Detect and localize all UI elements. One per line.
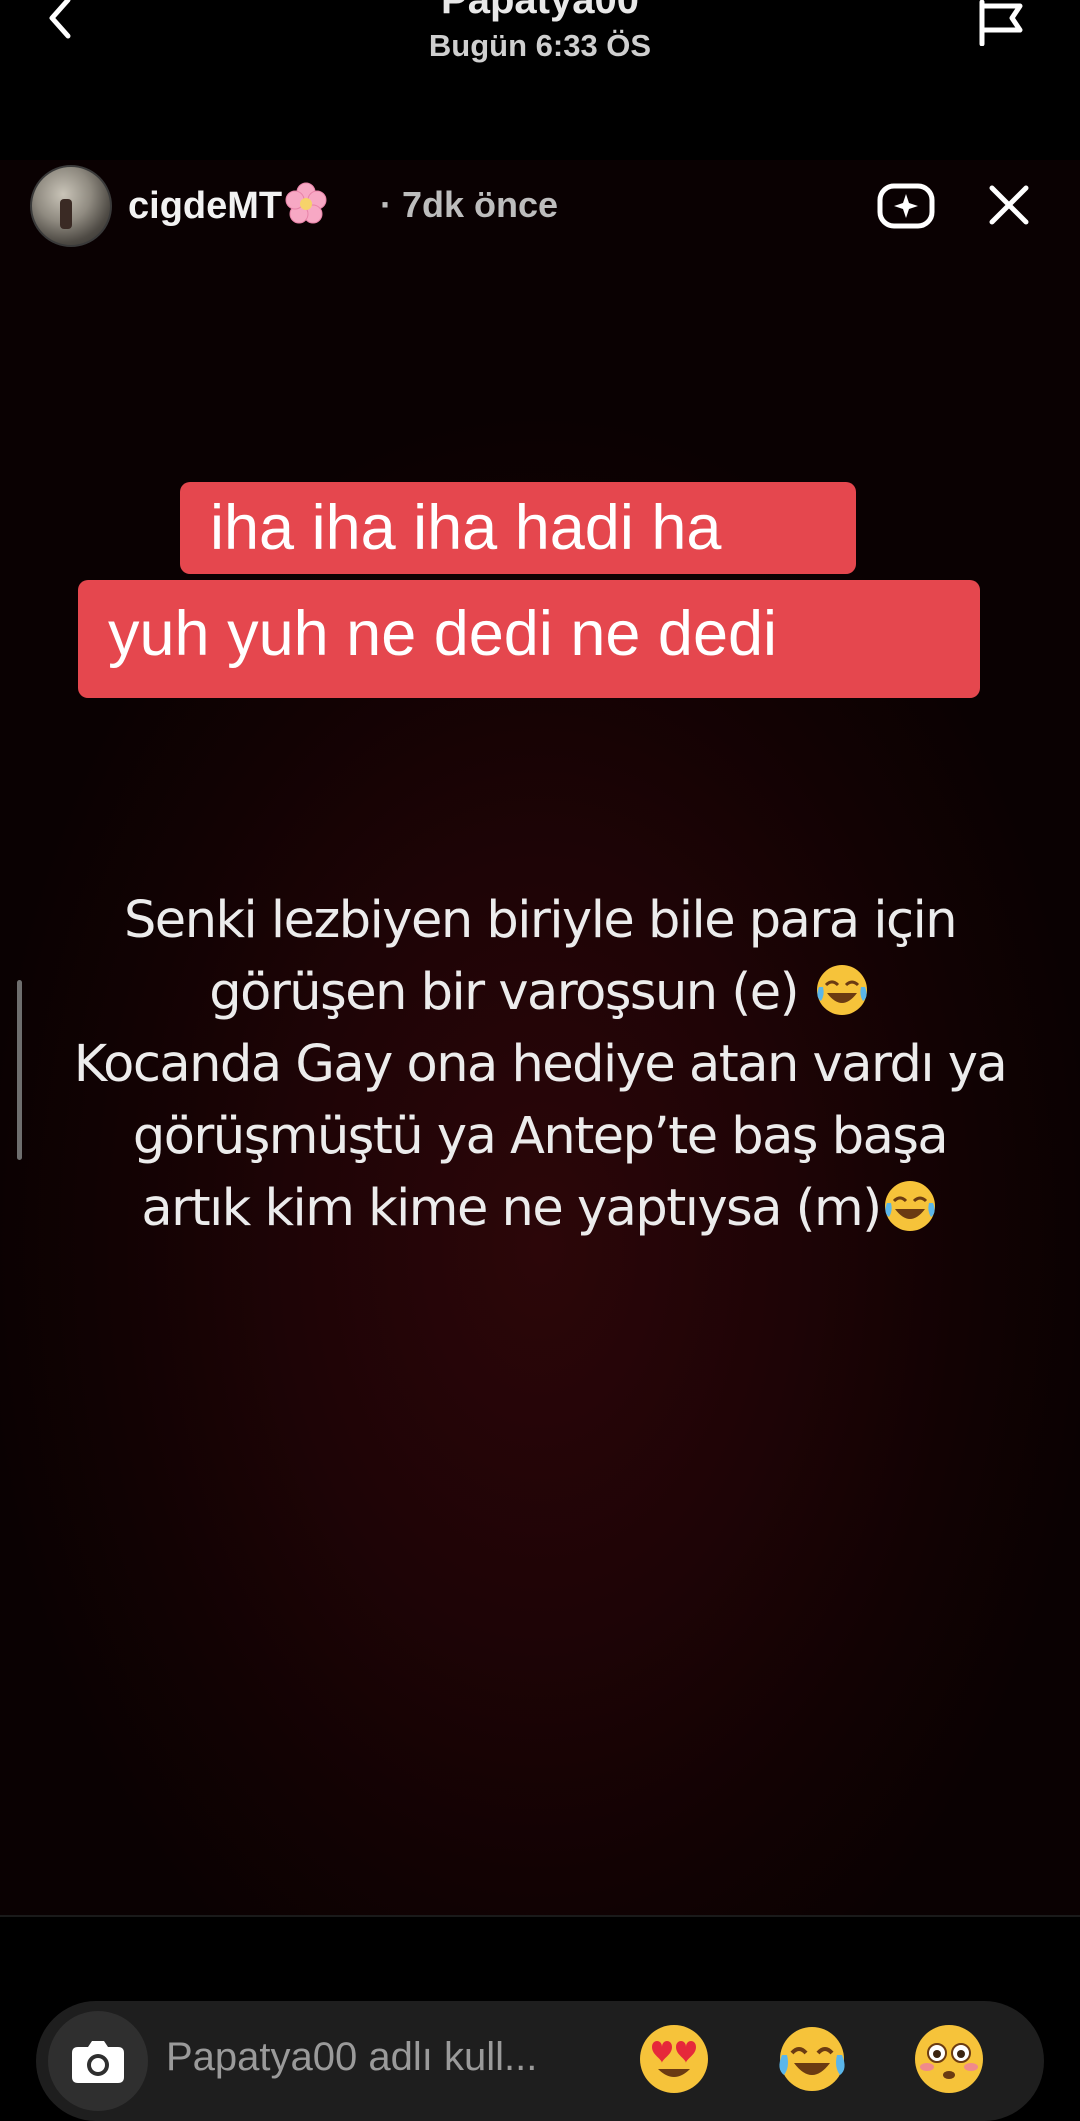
story-username[interactable]: cigdeMT [128,182,328,228]
caption-line-1: iha iha iha hadi ha [180,482,856,574]
flushed-emoji-icon[interactable] [911,2021,987,2097]
tears-of-joy-emoji-icon [816,965,867,1015]
story-content: cigdeMT · 7dk önce iha iha iha hadi ha y… [0,160,1080,1915]
story-posted-time: · 7dk önce [380,184,559,225]
username-text: cigdeMT [128,185,283,227]
chat-title[interactable]: Papatya00 [0,0,1080,23]
add-to-story-icon[interactable] [876,180,936,230]
caption-line-2: yuh yuh ne dedi ne dedi [78,580,980,698]
body-line-text: görüşen bir varoşsun (e) [209,963,799,1022]
reply-placeholder: Papatya00 adlı kull... [166,2035,538,2079]
report-flag-icon[interactable] [976,0,1026,46]
body-line-text: artık kim kime ne yaptıysa (m) [141,1179,882,1238]
body-line: artık kim kime ne yaptıysa (m) [40,1173,1040,1245]
avatar[interactable] [30,165,112,247]
body-line: görüşmüştü ya Antep’te baş başa [132,1107,949,1166]
close-icon[interactable] [988,184,1030,226]
reply-bar: Papatya00 adlı kull... [0,1915,1080,2121]
camera-button[interactable] [48,2011,148,2111]
story-header: cigdeMT · 7dk önce [0,160,1080,250]
cherry-blossom-icon [285,182,327,224]
story-body-text: Senki lezbiyen biriyle bile para için gö… [40,885,1040,1245]
scroll-indicator[interactable] [17,980,22,1160]
body-line: Senki lezbiyen biriyle bile para için [123,891,958,950]
heart-eyes-emoji-icon[interactable] [636,2021,712,2097]
body-line: görüşen bir varoşsun (e) [40,957,1040,1029]
tears-of-joy-emoji-icon [884,1181,935,1231]
chat-header: Papatya00 Bugün 6:33 ÖS [0,0,1080,160]
body-line: Kocanda Gay ona hediye atan vardı ya [73,1035,1008,1094]
camera-icon [72,2041,124,2083]
reply-input[interactable]: Papatya00 adlı kull... [36,2001,1044,2121]
chat-timestamp: Bugün 6:33 ÖS [428,28,652,63]
tears-of-joy-emoji-icon[interactable] [774,2021,850,2097]
